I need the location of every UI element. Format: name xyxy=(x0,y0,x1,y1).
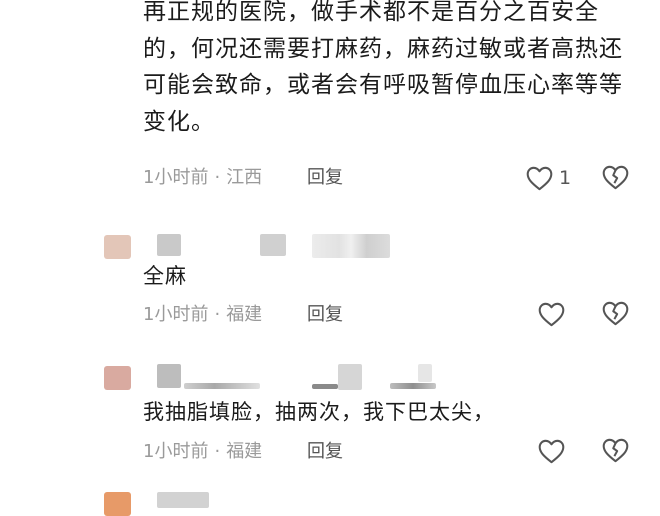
username-blurred xyxy=(418,364,432,382)
heart-outline-icon xyxy=(538,302,565,327)
reply-button[interactable]: 回复 xyxy=(307,303,343,327)
avatar[interactable] xyxy=(104,492,131,516)
username-blurred[interactable] xyxy=(157,234,181,256)
username-blurred xyxy=(338,364,362,390)
comment-meta: 1小时前 · 福建 xyxy=(143,303,262,327)
comment-text: 全麻 xyxy=(143,264,187,288)
like-button[interactable]: 1 xyxy=(526,164,571,192)
username-blurred xyxy=(312,234,390,258)
username-blurred xyxy=(390,383,436,389)
meta-separator: · xyxy=(214,304,221,325)
comment-location: 福建 xyxy=(226,441,263,462)
avatar[interactable] xyxy=(104,366,131,390)
username-blurred xyxy=(184,383,260,389)
comment-time: 1小时前 xyxy=(143,304,209,325)
username-blurred[interactable] xyxy=(157,492,209,508)
comment-time: 1小时前 xyxy=(143,441,209,462)
meta-separator: · xyxy=(214,167,221,188)
broken-heart-icon[interactable] xyxy=(602,301,629,326)
comment-location: 福建 xyxy=(226,304,263,325)
comment-text: 我抽脂填脸，抽两次，我下巴太尖， xyxy=(143,400,495,424)
username-blurred[interactable] xyxy=(157,364,181,388)
comment-meta: 1小时前 · 福建 xyxy=(143,440,262,464)
broken-heart-icon[interactable] xyxy=(602,165,629,190)
like-button[interactable] xyxy=(538,300,565,328)
like-button[interactable] xyxy=(538,437,565,465)
heart-outline-icon xyxy=(538,439,565,464)
comment-location: 江西 xyxy=(226,167,263,188)
avatar[interactable] xyxy=(104,235,131,259)
like-count: 1 xyxy=(559,167,572,189)
username-blurred xyxy=(260,234,286,256)
reply-button[interactable]: 回复 xyxy=(307,440,343,464)
comment-time: 1小时前 xyxy=(143,167,209,188)
broken-heart-icon[interactable] xyxy=(602,438,629,463)
heart-outline-icon xyxy=(526,166,553,191)
meta-separator: · xyxy=(214,441,221,462)
comment-text: 再正规的医院，做手术都不是百分之百安全的，何况还需要打麻药，麻药过敏或者高热还可… xyxy=(143,0,623,135)
reply-button[interactable]: 回复 xyxy=(307,166,343,190)
username-blurred xyxy=(312,384,338,389)
comment-meta: 1小时前 · 江西 xyxy=(143,166,262,190)
